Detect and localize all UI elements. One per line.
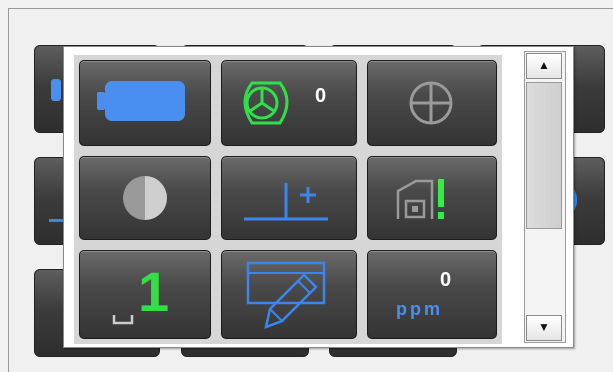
scrollbar-thumb[interactable] <box>526 82 562 229</box>
grid-cell <box>216 151 362 245</box>
half-circle-icon <box>123 176 167 220</box>
tilt-icon <box>244 183 328 221</box>
background-line-sliver <box>49 219 63 222</box>
status-popup: 0 1 0 ppm ▲ ▼ <box>63 46 574 348</box>
illumination-tile[interactable] <box>79 156 211 240</box>
prism-icon <box>243 81 289 125</box>
signal-tile[interactable] <box>367 156 497 240</box>
grid-cell: 1 <box>74 245 216 344</box>
prism-constant-tile[interactable]: 0 <box>221 60 357 146</box>
up-arrow-icon: ▲ <box>538 58 550 72</box>
ppm-value: 0 <box>440 269 452 291</box>
target-tile[interactable] <box>367 60 497 146</box>
edit-tile[interactable] <box>221 250 357 339</box>
grid-cell <box>74 55 216 151</box>
status-icon-grid: 0 1 0 ppm <box>74 55 502 344</box>
vertical-scrollbar[interactable]: ▲ ▼ <box>524 51 566 343</box>
space-mode-tile[interactable]: 1 <box>79 250 211 339</box>
signal-warning-icon <box>396 179 444 219</box>
grid-cell <box>216 245 362 344</box>
grid-cell: 0 ppm <box>362 245 502 344</box>
grid-cell <box>362 151 502 245</box>
scroll-up-button[interactable]: ▲ <box>526 53 562 79</box>
prism-constant-value: 0 <box>315 85 327 107</box>
background-battery-sliver <box>51 79 61 101</box>
down-arrow-icon: ▼ <box>538 320 550 334</box>
grid-cell <box>74 151 216 245</box>
ppm-tile[interactable]: 0 ppm <box>367 250 497 339</box>
battery-icon <box>97 81 185 121</box>
grid-cell: 0 <box>216 55 362 151</box>
edit-pencil-icon <box>246 261 326 329</box>
tilt-correction-tile[interactable] <box>221 156 357 240</box>
crosshair-icon <box>409 81 453 125</box>
scroll-down-button[interactable]: ▼ <box>526 315 562 341</box>
grid-cell <box>362 55 502 151</box>
space-mode-value: 1 <box>138 260 170 323</box>
ppm-unit-label: ppm <box>396 299 443 319</box>
battery-tile[interactable] <box>79 60 211 146</box>
